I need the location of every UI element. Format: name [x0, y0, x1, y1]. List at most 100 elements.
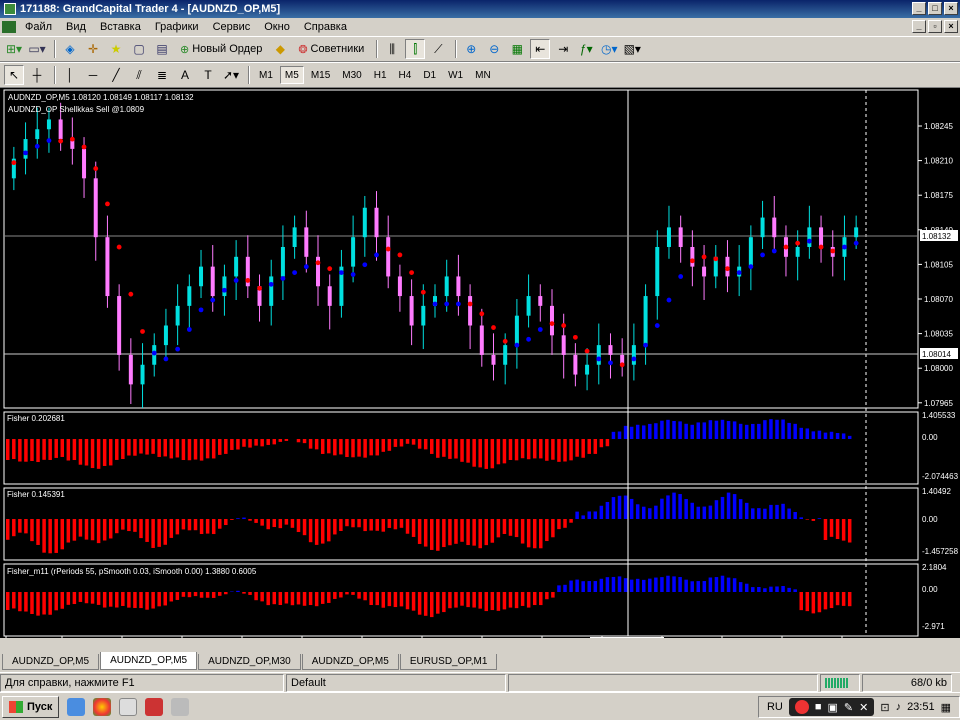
network-icon[interactable]: ⊡ — [880, 701, 889, 714]
histogram-bar — [139, 592, 143, 609]
histogram-bar — [672, 421, 676, 439]
volume-icon[interactable]: ♪ — [896, 701, 902, 713]
fibonacci-icon[interactable]: ≣ — [152, 65, 172, 85]
chart-tab[interactable]: AUDNZD_OP,M5 — [301, 654, 399, 670]
market-watch-icon[interactable]: ◈ — [60, 39, 80, 59]
line-chart-icon[interactable]: ⟋ — [428, 39, 448, 59]
bar-chart-icon[interactable]: ⫼ — [382, 39, 402, 59]
experts-button[interactable]: ❂ Советники — [293, 39, 369, 59]
histogram-bar — [593, 511, 598, 519]
child-restore-button[interactable]: ▫ — [928, 20, 942, 33]
chart-shift-icon[interactable]: ⇤ — [530, 39, 551, 59]
candlestick-icon[interactable]: ⫿ — [405, 39, 426, 59]
histogram-bar — [696, 581, 701, 592]
chart-tab[interactable]: EURUSD_OP,M1 — [399, 654, 498, 670]
histogram-bar — [436, 519, 440, 551]
connection-icon[interactable] — [820, 673, 860, 692]
opera-icon[interactable] — [145, 697, 164, 716]
navigator-icon[interactable]: ★ — [106, 39, 126, 59]
tile-windows-icon[interactable]: ▦ — [507, 39, 527, 59]
language-indicator[interactable]: RU — [767, 701, 783, 713]
timeframe-m1[interactable]: M1 — [254, 66, 278, 84]
terminal-icon[interactable]: ▢ — [129, 39, 149, 59]
minimize-button[interactable]: _ — [912, 2, 926, 15]
trendline-icon[interactable]: ╱ — [106, 65, 126, 85]
metatrader-task-icon[interactable] — [171, 697, 190, 716]
indicator-dot — [374, 252, 379, 258]
tester-icon[interactable]: ▤ — [152, 39, 172, 59]
zoom-out-icon[interactable]: ⊖ — [484, 39, 504, 59]
vertical-line-icon[interactable]: │ — [60, 65, 80, 85]
record-icon[interactable] — [794, 700, 809, 714]
histogram-bar — [732, 421, 737, 439]
timeframe-m15[interactable]: M15 — [306, 66, 335, 84]
timeframe-d1[interactable]: D1 — [418, 66, 441, 84]
crosshair-icon[interactable]: ┼ — [27, 65, 47, 85]
histogram-bar — [642, 579, 646, 592]
stop-icon[interactable]: ■ — [815, 701, 822, 713]
chart-tab[interactable]: AUDNZD_OP,M30 — [198, 654, 301, 670]
timeframe-w1[interactable]: W1 — [443, 66, 468, 84]
timeframe-h4[interactable]: H4 — [394, 66, 417, 84]
menu-view[interactable]: Вид — [59, 21, 93, 33]
menu-window[interactable]: Окно — [257, 21, 297, 33]
chart-canvas[interactable]: AUDNZD_OP,M5 1.08120 1.08149 1.08117 1.0… — [0, 88, 960, 638]
menu-charts[interactable]: Графики — [148, 21, 206, 33]
candle-body — [397, 276, 402, 297]
camera-icon[interactable]: ▣ — [828, 701, 838, 714]
periods-icon[interactable]: ◷▾ — [599, 39, 619, 59]
templates-icon[interactable]: ▧▾ — [622, 39, 642, 59]
arrows-icon[interactable]: ➚▾ — [221, 65, 241, 85]
timeframe-m30[interactable]: M30 — [337, 66, 366, 84]
menu-insert[interactable]: Вставка — [93, 21, 148, 33]
new-chart-icon[interactable]: ⊞▾ — [4, 39, 24, 59]
zoom-in-icon[interactable]: ⊕ — [461, 39, 481, 59]
profiles-icon[interactable]: ▭▾ — [27, 39, 47, 59]
data-window-icon[interactable]: ✛ — [83, 39, 103, 59]
histogram-bar — [811, 519, 816, 521]
channel-icon[interactable]: ⫽ — [129, 65, 149, 85]
candle-body — [748, 237, 753, 267]
chrome-icon[interactable] — [93, 697, 112, 716]
cursor-icon[interactable]: ↖ — [4, 65, 24, 85]
new-order-button[interactable]: ⊕ Новый Ордер — [175, 39, 267, 59]
indicators-icon[interactable]: ƒ▾ — [576, 39, 596, 59]
menu-help[interactable]: Справка — [297, 21, 354, 33]
histogram-bar — [787, 508, 791, 519]
timeframe-mn[interactable]: MN — [470, 66, 496, 84]
timeframe-h1[interactable]: H1 — [369, 66, 392, 84]
text-icon[interactable]: A — [175, 65, 195, 85]
chart-tab[interactable]: AUDNZD_OP,M5 — [100, 652, 198, 670]
chart-window-icon[interactable] — [2, 21, 16, 33]
histogram-bar — [314, 592, 319, 607]
desktop-icon[interactable]: ▦ — [941, 701, 951, 714]
notepad-icon[interactable] — [119, 697, 138, 716]
pen-icon[interactable]: ✎ — [844, 701, 853, 714]
histogram-bar — [320, 439, 325, 454]
maximize-button[interactable]: □ — [928, 2, 942, 15]
chart-tab[interactable]: AUDNZD_OP,M5 — [2, 654, 100, 670]
recorder-close-icon[interactable]: ✕ — [859, 701, 868, 714]
histogram-bar — [823, 432, 828, 439]
child-minimize-button[interactable]: _ — [912, 20, 926, 33]
histogram-bar — [551, 519, 555, 538]
histogram-bar — [224, 519, 228, 526]
horizontal-line-icon[interactable]: ─ — [83, 65, 103, 85]
recorder-toolbar[interactable]: ■ ▣ ✎ ✕ — [788, 698, 875, 716]
histogram-bar — [327, 439, 331, 454]
menu-tools[interactable]: Сервис — [206, 21, 258, 33]
text-label-icon[interactable]: T — [198, 65, 218, 85]
timeframe-m5[interactable]: M5 — [279, 66, 304, 84]
status-empty — [508, 673, 818, 692]
chart-window[interactable]: AUDNZD_OP,M5 1.08120 1.08149 1.08117 1.0… — [0, 88, 960, 638]
child-close-button[interactable]: × — [944, 20, 958, 33]
metaeditor-icon[interactable]: ◆ — [270, 39, 290, 59]
histogram-bar — [169, 439, 174, 459]
explorer-icon[interactable] — [67, 697, 86, 716]
close-button[interactable]: × — [944, 2, 958, 15]
menu-file[interactable]: Файл — [18, 21, 59, 33]
start-button[interactable]: Пуск — [2, 695, 60, 718]
autoscroll-icon[interactable]: ⇥ — [553, 39, 573, 59]
histogram-bar — [163, 439, 167, 457]
status-bar: Для справки, нажмите F1 Default 68/0 kb — [0, 672, 960, 692]
